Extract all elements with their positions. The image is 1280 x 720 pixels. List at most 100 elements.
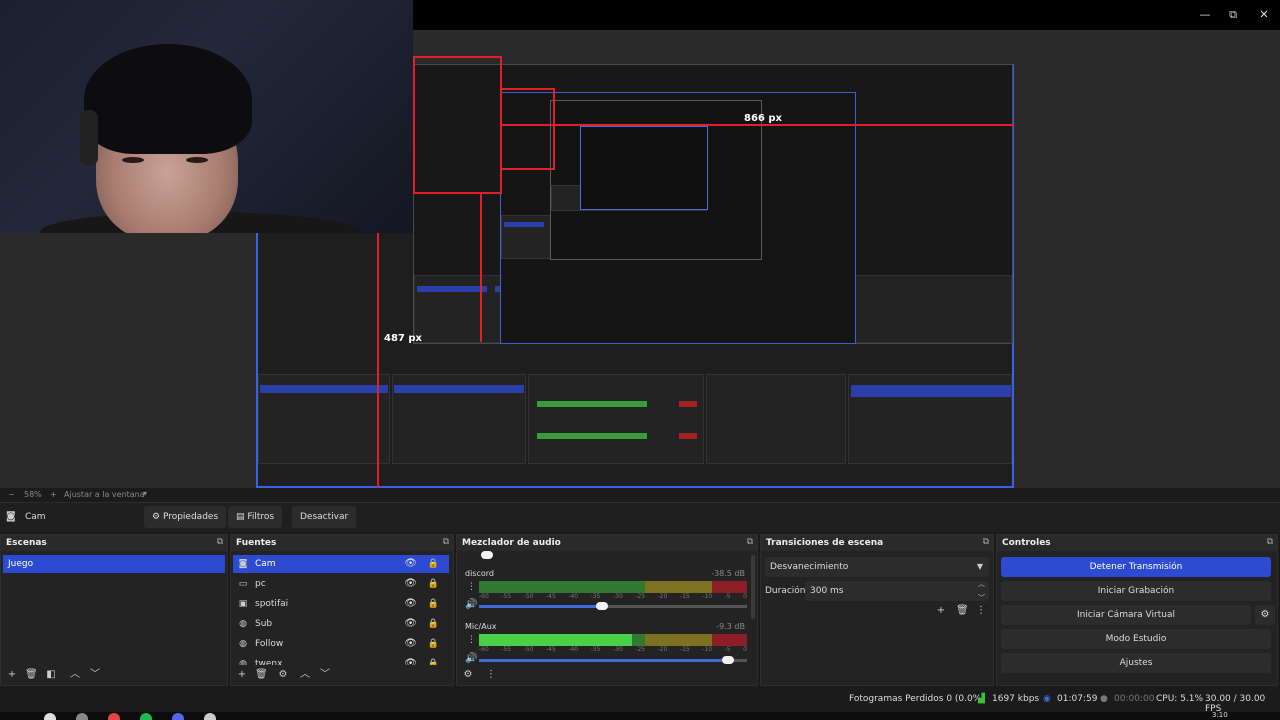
duration-label: Duración (765, 586, 806, 596)
deactivate-button[interactable]: Desactivar (292, 506, 357, 528)
tick-label: -10 (702, 593, 713, 600)
start-virtual-cam-button[interactable]: Iniciar Cámara Virtual (1001, 605, 1251, 625)
selected-source-name: Cam (25, 512, 46, 522)
source-label: spotifai (255, 599, 289, 609)
spotify-icon[interactable] (140, 713, 152, 720)
more-options-icon[interactable]: ⋮ (467, 582, 476, 592)
volume-knob[interactable] (596, 602, 609, 610)
measure-label-vertical: 487 px (384, 333, 422, 344)
source-row-cam[interactable]: ◙ Cam 👁 🔒 (233, 555, 449, 573)
zoom-in-icon[interactable]: + (50, 490, 57, 499)
tick-label: -25 (635, 593, 646, 600)
fit-window-label[interactable]: Ajustar a la ventana (64, 490, 145, 499)
volume-slider-mic[interactable] (479, 659, 729, 662)
scenes-dock: Escenas ⧉ Juego + 🗑 ◧ ︿ ﹀ (0, 534, 228, 686)
transition-select[interactable]: Desvanecimiento ▼ (765, 557, 989, 577)
more-options-icon[interactable]: ⋮ (975, 605, 987, 617)
mini-scenes-dock (258, 374, 390, 464)
speaker-icon[interactable]: 🔊 (465, 653, 477, 664)
scrolled-knob (481, 551, 493, 559)
eye-icon[interactable]: 👁 (404, 655, 417, 665)
eye-icon[interactable]: 👁 (404, 615, 417, 633)
obs-icon[interactable] (204, 713, 216, 720)
stop-stream-button[interactable]: Detener Transmisión (1001, 557, 1271, 577)
gear-icon[interactable]: ⚙ (277, 669, 289, 681)
minimize-button[interactable]: — (1198, 8, 1212, 22)
lock-icon[interactable]: 🔒 (428, 555, 439, 573)
measure-line-vertical (377, 233, 379, 488)
search-icon[interactable] (44, 713, 56, 720)
properties-button[interactable]: ⚙ Propiedades (144, 506, 227, 528)
chevron-down-icon: ▼ (976, 562, 983, 571)
camera-icon: ◙ (6, 511, 16, 522)
eye-icon[interactable]: 👁 (404, 555, 417, 573)
trash-icon[interactable]: 🗑 (25, 669, 38, 681)
volume-knob[interactable] (722, 656, 735, 664)
undock-icon[interactable]: ⧉ (1267, 537, 1273, 547)
speaker-icon[interactable]: 🔊 (465, 599, 477, 610)
duration-input[interactable]: 300 ms ︿ ﹀ (805, 580, 989, 602)
chevron-down-icon[interactable]: ﹀ (89, 669, 101, 681)
close-button[interactable]: ✕ (1257, 8, 1271, 22)
undock-icon[interactable]: ⧉ (217, 537, 223, 547)
add-icon[interactable]: + (6, 669, 18, 681)
nested-scene-bar (417, 286, 487, 292)
stepper-icon[interactable]: ︿ ﹀ (978, 577, 985, 605)
chevron-up-icon[interactable]: ︿ (69, 669, 81, 681)
trash-icon[interactable]: 🗑 (255, 669, 268, 681)
meter-ticks-discord: -60 -55 -50 -45 -40 -35 -30 -25 -20 -15 -10 -5 0 (479, 593, 747, 601)
source-row-pc[interactable]: ▭ pc 👁 🔒 (233, 575, 449, 593)
mini-mixer-dock (528, 374, 704, 464)
add-icon[interactable]: + (236, 669, 248, 681)
mini-transitions-dock (706, 374, 846, 464)
lock-icon[interactable]: 🔒 (428, 595, 439, 613)
filter-icon: ▤ (236, 512, 248, 522)
chevron-down-icon[interactable]: ﹀ (319, 669, 331, 681)
source-row-twenx[interactable]: ◍ twenx 👁 🔒 (233, 655, 449, 665)
mixer-footer: ⚙ ⋮ (457, 665, 757, 685)
start-recording-button[interactable]: Iniciar Grabación (1001, 581, 1271, 601)
volume-slider-track[interactable] (602, 605, 747, 608)
zoom-out-icon[interactable]: − (8, 490, 15, 499)
eye-icon[interactable]: 👁 (404, 575, 417, 593)
more-options-icon[interactable]: ⋮ (467, 635, 476, 645)
source-row-spotifai[interactable]: ▣ spotifai 👁 🔒 (233, 595, 449, 613)
undock-icon[interactable]: ⧉ (443, 537, 449, 547)
volume-slider-discord[interactable] (479, 605, 603, 608)
zoom-dropdown-icon[interactable]: ▾ (143, 489, 147, 498)
duration-value: 300 ms (810, 586, 844, 596)
sources-footer: + 🗑 ⚙ ︿ ﹀ (231, 665, 453, 685)
undock-icon[interactable]: ⧉ (747, 537, 753, 547)
lock-icon[interactable]: 🔒 (428, 635, 439, 653)
add-icon[interactable]: + (935, 605, 947, 617)
studio-mode-button[interactable]: Modo Estudio (1001, 629, 1271, 649)
mini-stop-button (851, 385, 1011, 397)
settings-button[interactable]: Ajustes (1001, 653, 1271, 673)
gear-icon[interactable]: ⚙ (462, 669, 474, 681)
sources-dock: Fuentes ⧉ ◙ Cam 👁 🔒 ▭ pc 👁 🔒 ▣ spotifai … (230, 534, 454, 686)
app-icon-1[interactable] (108, 713, 120, 720)
discord-icon[interactable] (172, 713, 184, 720)
filters-button[interactable]: ▤ Filtros (228, 506, 283, 528)
scenes-footer: + 🗑 ◧ ︿ ﹀ (1, 665, 227, 685)
eye-icon[interactable]: 👁 (404, 635, 417, 653)
maximize-button[interactable]: ⧉ (1226, 8, 1240, 22)
lock-icon[interactable]: 🔒 (428, 615, 439, 633)
source-row-follow[interactable]: ◍ Follow 👁 🔒 (233, 635, 449, 653)
filter-icon[interactable]: ◧ (45, 669, 57, 681)
more-options-icon[interactable]: ⋮ (485, 669, 497, 681)
undock-icon[interactable]: ⧉ (983, 537, 989, 547)
taskview-icon[interactable] (76, 713, 88, 720)
channel-db-mic: -9.3 dB (716, 622, 745, 631)
lock-icon[interactable]: 🔒 (428, 655, 439, 665)
eye-icon[interactable]: 👁 (404, 595, 417, 613)
scene-item[interactable]: Juego (3, 555, 225, 573)
mixer-scrollbar[interactable] (751, 555, 755, 619)
meter-level-mic (479, 634, 632, 646)
webcam-feed (0, 0, 413, 233)
source-row-sub[interactable]: ◍ Sub 👁 🔒 (233, 615, 449, 633)
chevron-up-icon[interactable]: ︿ (299, 669, 311, 681)
lock-icon[interactable]: 🔒 (428, 575, 439, 593)
virtual-cam-gear-icon[interactable]: ⚙ (1255, 605, 1275, 625)
trash-icon[interactable]: 🗑 (956, 605, 969, 617)
